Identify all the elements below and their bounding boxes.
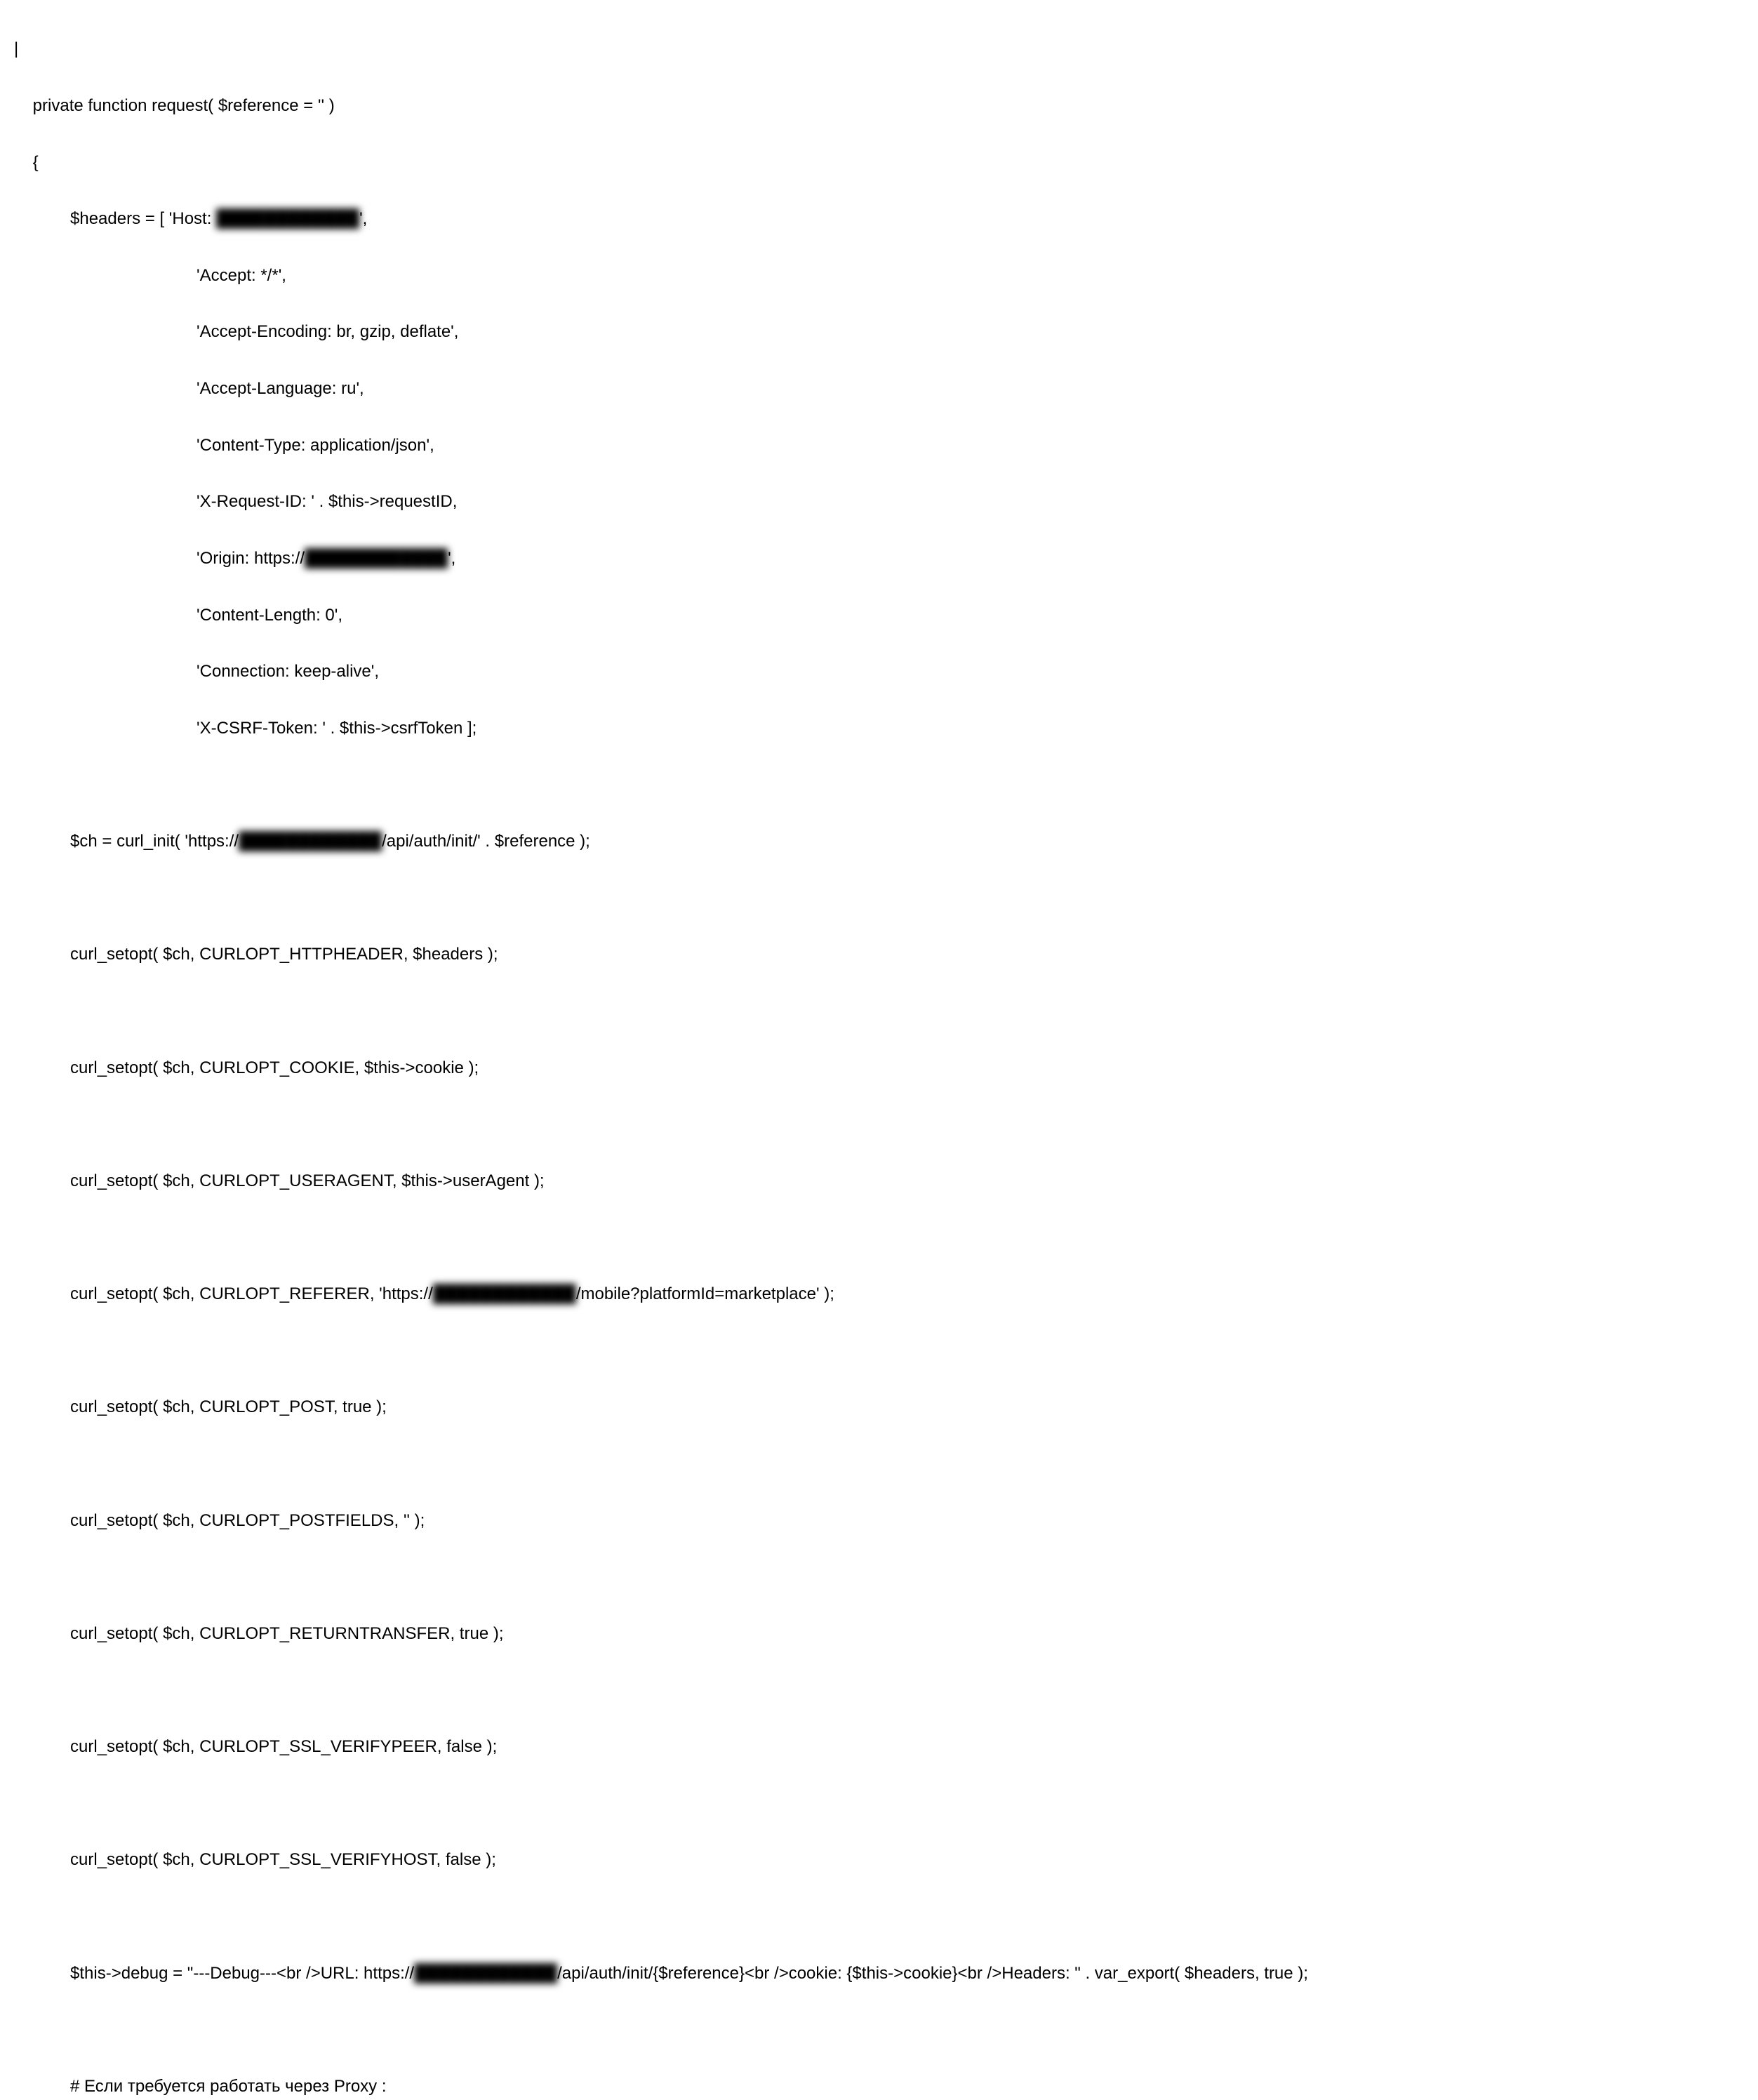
code-line: $this->debug = "---Debug---<br />URL: ht… [14,1960,1744,1988]
code-line [14,1676,1744,1704]
code-line [14,997,1744,1025]
code-line: # Если требуется работать через Proxy : [14,2073,1744,2100]
text: curl_setopt( $ch, CURLOPT_REFERER, 'http… [14,1284,433,1303]
code-line: $headers = [ 'Host: ████████████', [14,205,1744,233]
code-line: private function request( $reference = '… [14,92,1744,120]
code-line: curl_setopt( $ch, CURLOPT_REFERER, 'http… [14,1280,1744,1308]
code-line: curl_setopt( $ch, CURLOPT_COOKIE, $this-… [14,1054,1744,1082]
text: /mobile?platformId=marketplace' ); [576,1284,834,1303]
code-line: 'X-Request-ID: ' . $this->requestID, [14,488,1744,516]
code-line: curl_setopt( $ch, CURLOPT_POST, true ); [14,1393,1744,1421]
code-line [14,2016,1744,2044]
code-line [14,1223,1744,1251]
code-line: curl_setopt( $ch, CURLOPT_RETURNTRANSFER… [14,1620,1744,1648]
code-line [14,1563,1744,1591]
code-line [14,771,1744,799]
code-line: 'Origin: https://████████████', [14,545,1744,573]
code-line [14,1337,1744,1365]
redacted-host: ████████████ [216,205,359,233]
code-line: 'Accept-Encoding: br, gzip, deflate', [14,318,1744,346]
text: $headers = [ 'Host: [14,209,216,228]
redacted-origin: ████████████ [305,545,448,573]
redacted-referer: ████████████ [433,1280,576,1308]
code-line: 'X-CSRF-Token: ' . $this->csrfToken ]; [14,715,1744,743]
code-line [14,1450,1744,1478]
code-line [14,1790,1744,1818]
code-line [14,884,1744,912]
code-block: | private function request( $reference =… [0,0,1758,2100]
code-line: curl_setopt( $ch, CURLOPT_USERAGENT, $th… [14,1167,1744,1195]
code-line: 'Accept: */*', [14,262,1744,290]
redacted-url: ████████████ [239,828,382,856]
text: /api/auth/init/' . $reference ); [382,832,590,851]
text: 'Origin: https:// [14,549,305,568]
code-line [14,1903,1744,1931]
code-line [14,1110,1744,1138]
code-line: curl_setopt( $ch, CURLOPT_SSL_VERIFYPEER… [14,1733,1744,1761]
code-line: 'Connection: keep-alive', [14,658,1744,686]
text: $this->debug = "---Debug---<br />URL: ht… [14,1964,414,1983]
code-line: curl_setopt( $ch, CURLOPT_HTTPHEADER, $h… [14,941,1744,969]
redacted-debug-url: ████████████ [414,1960,557,1988]
text: ', [448,549,455,568]
code-line: curl_setopt( $ch, CURLOPT_POSTFIELDS, ''… [14,1507,1744,1535]
text: ', [359,209,367,228]
code-line: 'Content-Type: application/json', [14,432,1744,460]
code-line: { [14,149,1744,177]
code-line: | [14,35,1744,63]
code-line: curl_setopt( $ch, CURLOPT_SSL_VERIFYHOST… [14,1846,1744,1874]
code-line: 'Content-Length: 0', [14,602,1744,630]
text: $ch = curl_init( 'https:// [14,832,239,851]
code-line: $ch = curl_init( 'https://████████████/a… [14,828,1744,856]
text: /api/auth/init/{$reference}<br />cookie:… [557,1964,1308,1983]
code-line: 'Accept-Language: ru', [14,375,1744,403]
